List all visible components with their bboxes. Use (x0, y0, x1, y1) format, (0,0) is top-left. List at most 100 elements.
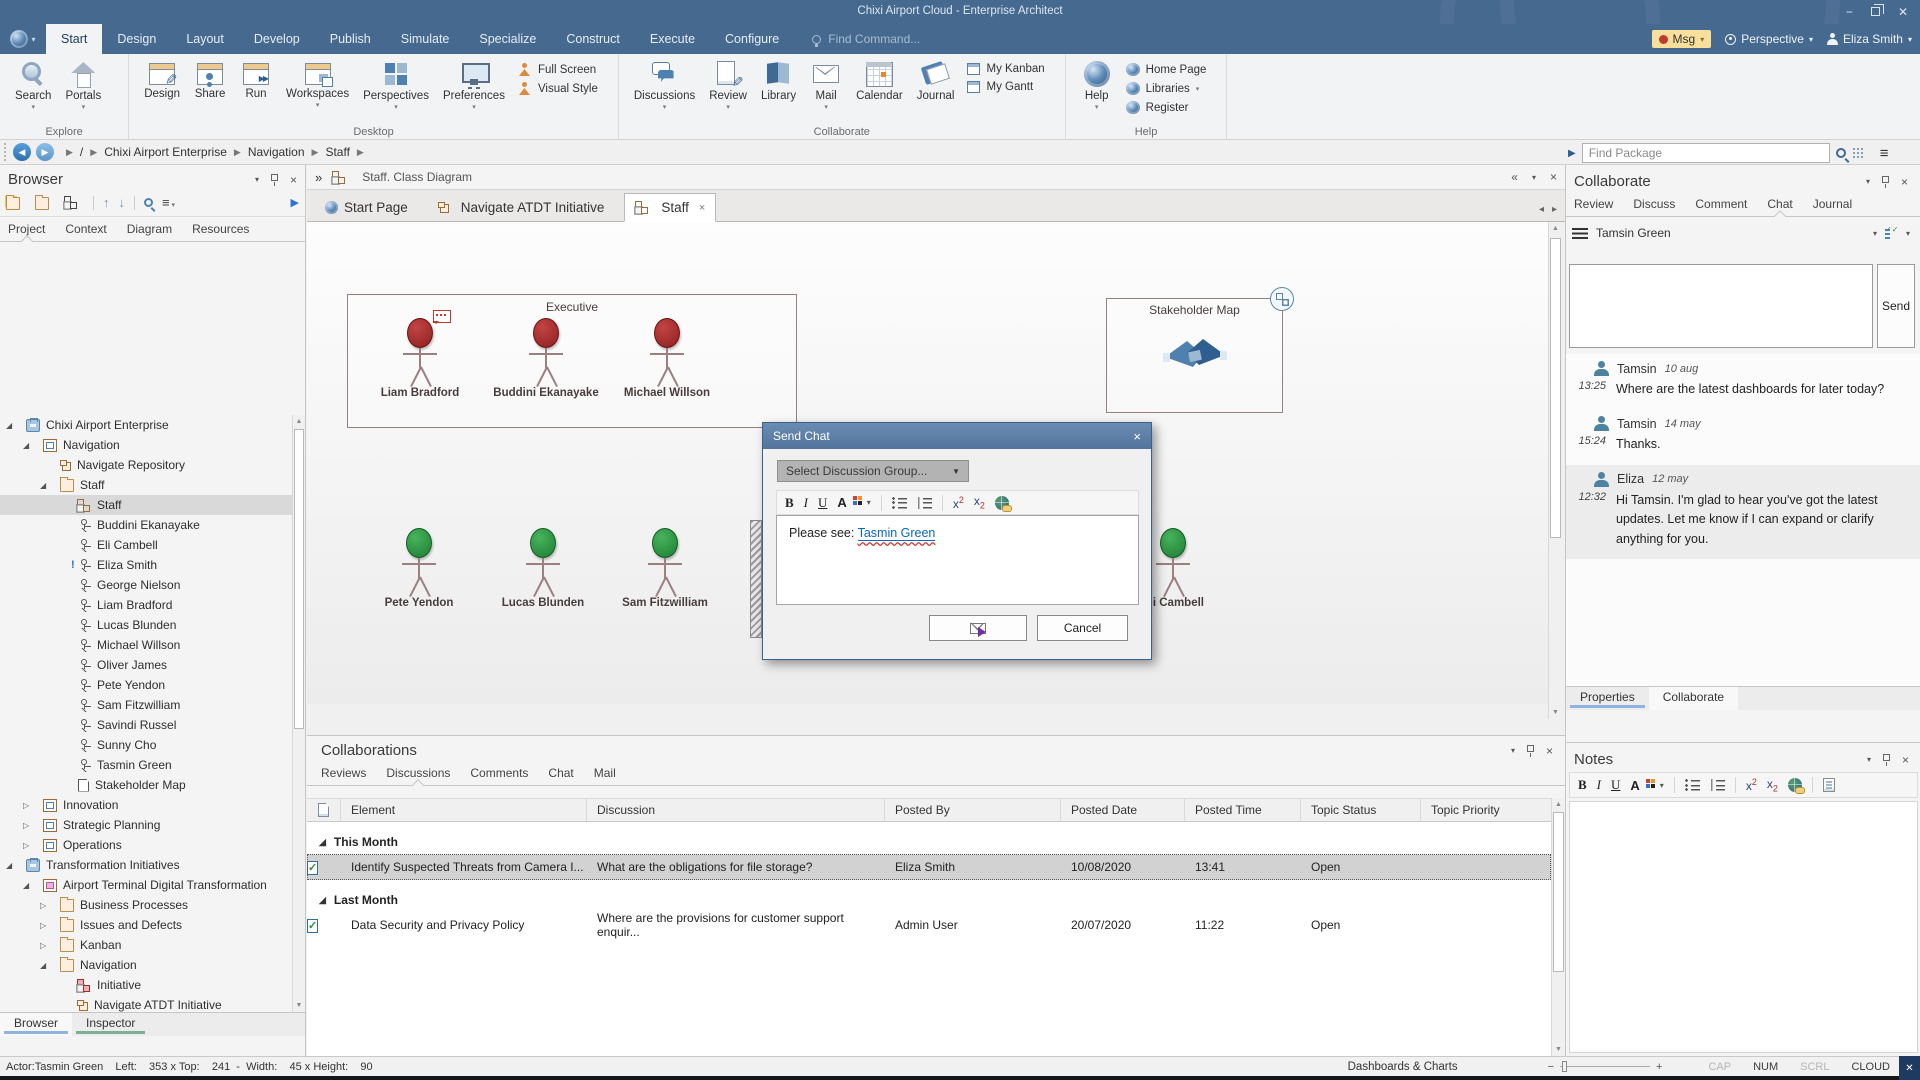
actor-node[interactable]: Sam Fitzwilliam (610, 528, 720, 609)
table-row[interactable]: ✓ Data Security and Privacy Policy Where… (307, 912, 1551, 938)
chevrons-icon[interactable]: » (315, 170, 322, 185)
tree-expander-icon[interactable]: ▷ (40, 921, 54, 930)
tree-item[interactable]: Buddini Ekanayake (0, 515, 292, 535)
expand-arrow-icon[interactable]: ▶ (1568, 148, 1576, 159)
tree-item[interactable]: George Nielson (0, 575, 292, 595)
subscript-button[interactable]: x2 (1767, 777, 1778, 793)
tree-item[interactable]: Pete Yendon (0, 675, 292, 695)
tree-expander-icon[interactable]: ◢ (6, 421, 20, 430)
panel-selector-tab[interactable]: Collaborate (1649, 687, 1738, 710)
hyperlink-globe-icon[interactable] (995, 496, 1009, 510)
pin-icon[interactable] (1882, 176, 1889, 183)
tree-item[interactable]: Michael Willson (0, 635, 292, 655)
tree-item[interactable]: Navigate ATDT Initiative (0, 995, 292, 1012)
actor-node[interactable]: Lucas Blunden (488, 528, 598, 609)
tree-expander-icon[interactable]: ◢ (40, 961, 54, 970)
tree-item[interactable]: Sunny Cho (0, 735, 292, 755)
collaborate-tab[interactable]: Review (1574, 192, 1613, 216)
close-icon[interactable]: × (1902, 753, 1909, 767)
column-header[interactable]: Posted By (885, 799, 1061, 821)
dialog-title-bar[interactable]: Send Chat × (763, 423, 1151, 449)
tree-item[interactable]: Sam Fitzwilliam (0, 695, 292, 715)
notes-editor[interactable] (1569, 801, 1918, 1053)
panel-menu-icon[interactable]: ▾ (255, 175, 259, 184)
tree-expander-icon[interactable]: ◢ (40, 481, 54, 490)
collaborate-tab[interactable]: Comment (1695, 192, 1747, 216)
send-button[interactable] (929, 615, 1027, 641)
column-header[interactable]: Posted Time (1185, 799, 1301, 821)
panel-selector-tab[interactable]: Browser (0, 1013, 72, 1036)
canvas-vscrollbar[interactable]: ▲ ▼ (1548, 222, 1562, 719)
occluded-selected-element[interactable] (750, 520, 762, 638)
ribbon-tab[interactable]: Configure (710, 24, 794, 54)
messages-badge[interactable]: Msg ▾ (1652, 30, 1712, 48)
tree-expander-icon[interactable]: ▷ (23, 801, 37, 810)
close-icon[interactable]: × (1546, 744, 1553, 758)
panel-selector-tab[interactable]: Properties (1566, 687, 1649, 710)
ribbon-tab[interactable]: Start (46, 24, 102, 54)
collapse-icon[interactable]: « (1511, 170, 1518, 184)
ribbon-small-button[interactable]: Home Page (1126, 63, 1213, 76)
chevron-down-icon[interactable]: ▾ (867, 498, 871, 507)
zoom-slider-thumb[interactable] (1562, 1061, 1567, 1072)
ribbon-button[interactable]: Workspaces ▾ (279, 59, 356, 112)
numbered-list-button[interactable] (917, 497, 932, 509)
tab-scroll-arrows[interactable]: ◂▸ (1539, 204, 1565, 221)
document-edit-icon[interactable] (1823, 778, 1835, 792)
move-up-icon[interactable]: ↑ (103, 196, 110, 209)
close-button[interactable]: ✕ (1898, 6, 1908, 18)
panel-menu-icon[interactable]: ▾ (1866, 177, 1870, 186)
tree-expander-icon[interactable]: ◢ (6, 861, 20, 870)
tree-item[interactable]: ◢ Airport Terminal Digital Transformatio… (0, 875, 292, 895)
ribbon-button[interactable]: Help ▾ (1074, 59, 1120, 112)
tree-item[interactable]: ▷ Business Processes (0, 895, 292, 915)
dialog-close-icon[interactable]: × (1133, 429, 1141, 444)
tree-item[interactable]: ◢ Navigation (0, 955, 292, 975)
tree-scrollbar[interactable]: ▲ ▼ (292, 415, 305, 1012)
tree-item[interactable]: ▷ Operations (0, 835, 292, 855)
tree-item[interactable]: ◢ Chixi Airport Enterprise (0, 415, 292, 435)
underline-button[interactable]: U (818, 495, 827, 511)
tree-item[interactable]: ▷ Kanban (0, 935, 292, 955)
collaborate-tab[interactable]: Journal (1813, 192, 1852, 216)
chat-message-input[interactable] (1569, 264, 1873, 348)
collapse-icon[interactable]: ◢ (319, 895, 326, 906)
breadcrumb-item[interactable]: Navigation (248, 145, 305, 159)
status-close-icon[interactable]: ✕ (1899, 1056, 1920, 1080)
ribbon-button[interactable]: Perspectives ▾ (356, 59, 436, 112)
tree-expander-icon[interactable]: ◢ (23, 881, 37, 890)
ribbon-button[interactable]: Discussions ▾ (627, 59, 702, 112)
ribbon-tab[interactable]: Publish (315, 24, 386, 54)
ribbon-button[interactable]: Calendar (849, 59, 910, 112)
tree-item[interactable]: ◢ Navigation (0, 435, 292, 455)
cancel-button[interactable]: Cancel (1037, 615, 1128, 641)
hyperlink-globe-icon[interactable] (1788, 778, 1802, 792)
actor-node[interactable]: Pete Yendon (364, 528, 474, 609)
diagram-tab[interactable]: Start Page (315, 194, 428, 221)
collaborations-tab[interactable]: Chat (548, 761, 573, 785)
app-menu-button[interactable]: ▾ (0, 24, 46, 54)
font-color-button[interactable]: A (837, 495, 856, 510)
ribbon-small-button[interactable]: Register (1126, 101, 1213, 114)
grid-options-icon[interactable] (1852, 147, 1864, 159)
composite-diagram-icon[interactable] (1270, 287, 1294, 311)
search-icon[interactable] (1836, 148, 1846, 158)
tree-item[interactable]: Savindi Russel (0, 715, 292, 735)
close-icon[interactable]: × (290, 173, 297, 187)
column-header[interactable]: Discussion (587, 799, 885, 821)
column-header[interactable]: Posted Date (1061, 799, 1185, 821)
zoom-slider[interactable]: − + (1548, 1061, 1663, 1073)
chat-send-button[interactable]: Send (1877, 264, 1915, 348)
panel-selector-tab[interactable]: Inspector (72, 1013, 149, 1036)
ribbon-tab[interactable]: Simulate (386, 24, 465, 54)
ribbon-tab[interactable]: Design (102, 24, 171, 54)
chevron-down-icon[interactable]: ▾ (1873, 229, 1877, 238)
collaborations-tab[interactable]: Comments (470, 761, 528, 785)
panel-menu-icon[interactable]: ▾ (1511, 746, 1515, 755)
tree-expander-icon[interactable]: ▷ (40, 941, 54, 950)
zoom-out-icon[interactable]: − (1548, 1061, 1554, 1073)
tree-item[interactable]: Navigate Repository (0, 455, 292, 475)
table-row[interactable]: ✓ Identify Suspected Threats from Camera… (307, 854, 1551, 880)
workspace-status[interactable]: Dashboards & Charts (1348, 1061, 1458, 1073)
hamburger-menu-icon[interactable] (1572, 228, 1588, 239)
